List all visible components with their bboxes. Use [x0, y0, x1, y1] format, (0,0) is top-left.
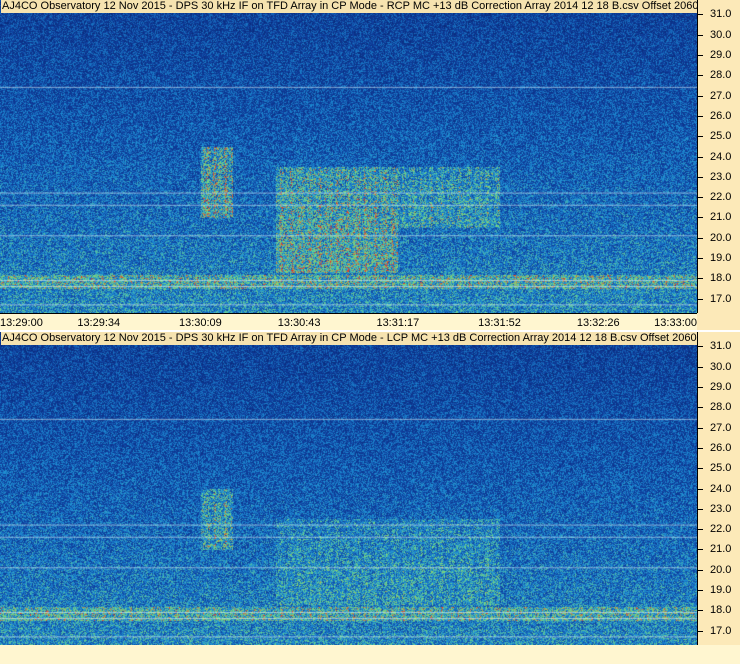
freq-tick-label: 19.0: [697, 252, 732, 265]
freq-tick-label: 20.0: [697, 563, 732, 576]
rcp-time-axis: 13:29:00 13:29:34 13:30:09 13:30:43 13:31:17…: [0, 313, 697, 331]
freq-tick-label: 27.0: [697, 89, 732, 102]
time-tick-label: 13:33:00: [654, 317, 697, 329]
lcp-panel: AJ4CO Observatory 12 Nov 2015 - DPS 30 k…: [0, 332, 740, 662]
freq-tick-label: 18.0: [697, 604, 732, 617]
time-tick-label: 13:29:34: [77, 317, 121, 329]
freq-tick-label: 22.0: [697, 191, 732, 204]
rcp-panel: AJ4CO Observatory 12 Nov 2015 - DPS 30 k…: [0, 0, 740, 331]
lcp-spectrogram-canvas: [0, 332, 697, 645]
time-tick-label: 13:30:43: [277, 317, 321, 329]
rcp-spectrogram: [0, 0, 697, 313]
time-tick-label: 13:29:00: [0, 317, 43, 329]
freq-tick-label: 24.0: [697, 150, 732, 163]
freq-tick-label: 17.0: [697, 624, 732, 637]
freq-tick-label: 23.0: [697, 502, 732, 515]
freq-tick-label: 26.0: [697, 109, 732, 122]
freq-tick-label: 26.0: [697, 441, 732, 454]
freq-tick-label: 28.0: [697, 401, 732, 414]
lcp-time-axis-strip: [0, 645, 740, 664]
freq-tick-label: 30.0: [697, 28, 732, 41]
rcp-spectrogram-canvas: [0, 0, 697, 313]
lcp-spectrogram: [0, 332, 697, 645]
freq-tick-label: 22.0: [697, 523, 732, 536]
freq-tick-label: 24.0: [697, 482, 732, 495]
freq-tick-label: 28.0: [697, 69, 732, 82]
freq-tick-label: 21.0: [697, 211, 732, 224]
rcp-frequency-axis: 31.0 30.0 29.0 28.0 27.0 26.0 25.0 24.0 23.0 22.0…: [697, 0, 740, 313]
time-tick-label: 13:31:17: [376, 317, 420, 329]
freq-tick-label: 17.0: [697, 292, 732, 305]
freq-tick-label: 20.0: [697, 231, 732, 244]
freq-tick-label: 31.0: [697, 8, 732, 21]
time-tick-label: 13:31:52: [478, 317, 521, 329]
freq-tick-label: 19.0: [697, 584, 732, 597]
freq-tick-label: 30.0: [697, 360, 732, 373]
freq-tick-label: 27.0: [697, 421, 732, 434]
freq-tick-label: 18.0: [697, 272, 732, 285]
rcp-title: AJ4CO Observatory 12 Nov 2015 - DPS 30 k…: [1, 0, 740, 13]
lcp-title: AJ4CO Observatory 12 Nov 2015 - DPS 30 k…: [1, 332, 740, 345]
freq-tick-label: 25.0: [697, 130, 732, 143]
time-tick-label: 13:30:09: [178, 317, 222, 329]
time-tick-label: 13:32:26: [576, 317, 620, 329]
freq-tick-label: 31.0: [697, 340, 732, 353]
freq-tick-label: 25.0: [697, 462, 732, 475]
freq-tick-label: 21.0: [697, 543, 732, 556]
freq-tick-label: 29.0: [697, 380, 732, 393]
lcp-frequency-axis: 31.0 30.0 29.0 28.0 27.0 26.0 25.0 24.0 23.0 22.0…: [697, 332, 740, 645]
freq-tick-label: 29.0: [697, 48, 732, 61]
freq-tick-label: 23.0: [697, 170, 732, 183]
